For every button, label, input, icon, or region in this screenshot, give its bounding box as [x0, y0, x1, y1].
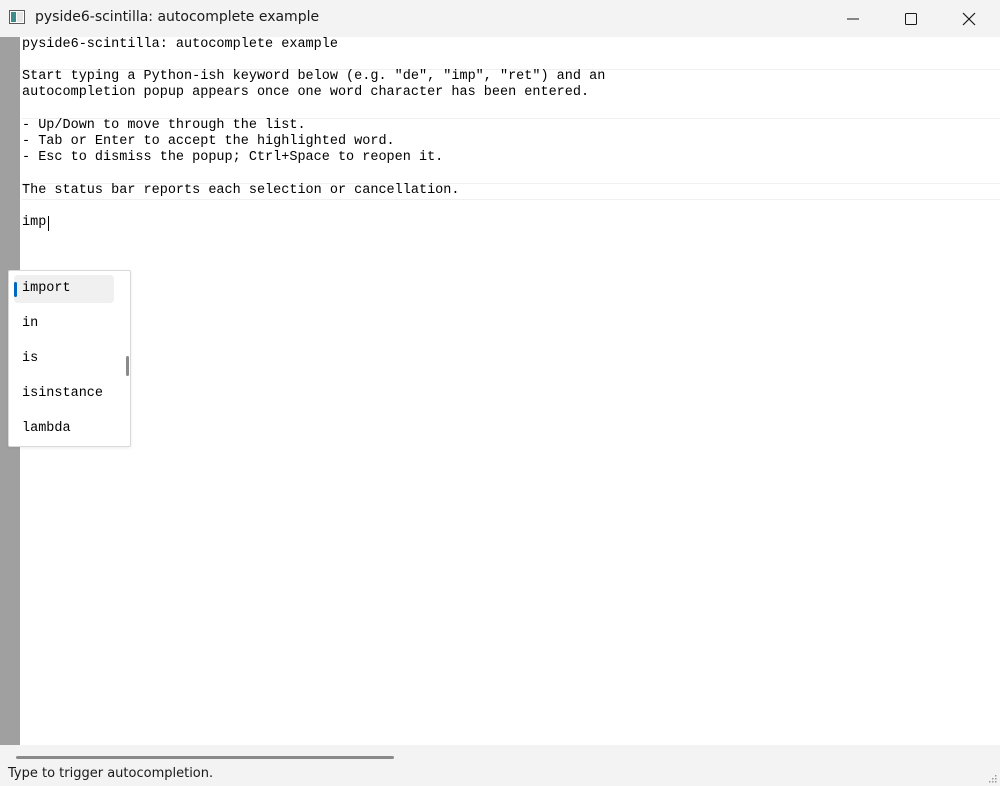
window-title: pyside6-scintilla: autocomplete example	[35, 9, 320, 25]
line-separator	[22, 199, 1000, 200]
main-window: pyside6-scintilla: autocomplete example …	[0, 0, 1000, 786]
close-button[interactable]	[940, 0, 998, 37]
editor-text-area[interactable]: pyside6-scintilla: autocomplete example …	[22, 37, 1000, 745]
autocomplete-item[interactable]: lambda	[14, 415, 114, 443]
app-window-icon	[9, 10, 25, 24]
title-bar[interactable]: pyside6-scintilla: autocomplete example	[0, 0, 1000, 37]
editor-line: - Esc to dismiss the popup; Ctrl+Space t…	[22, 150, 444, 165]
editor-line: The status bar reports each selection or…	[22, 183, 460, 198]
editor-line: imp	[22, 215, 47, 230]
scintilla-editor[interactable]: pyside6-scintilla: autocomplete example …	[0, 37, 1000, 745]
resize-grip-icon[interactable]	[987, 773, 997, 783]
autocomplete-item[interactable]: import	[14, 275, 114, 303]
maximize-icon	[905, 12, 917, 25]
editor-line: - Up/Down to move through the list.	[22, 118, 306, 133]
editor-line: Start typing a Python-ish keyword below …	[22, 69, 606, 84]
minimize-icon	[847, 18, 859, 19]
autocomplete-popup[interactable]: import in is isinstance lambda	[8, 270, 131, 447]
autocomplete-scrollbar-thumb[interactable]	[126, 356, 129, 376]
editor-line: autocompletion popup appears once one wo…	[22, 85, 590, 100]
autocomplete-item[interactable]: is	[14, 345, 114, 373]
editor-line: - Tab or Enter to accept the highlighted…	[22, 134, 395, 149]
status-bar: Type to trigger autocompletion.	[0, 761, 1000, 786]
text-caret	[48, 216, 49, 231]
horizontal-scrollbar[interactable]	[0, 745, 1000, 761]
autocomplete-item[interactable]: isinstance	[14, 380, 114, 408]
editor-line: pyside6-scintilla: autocomplete example	[22, 37, 338, 52]
status-message: Type to trigger autocompletion.	[8, 766, 214, 781]
horizontal-scrollbar-thumb[interactable]	[16, 756, 394, 759]
minimize-button[interactable]	[824, 0, 882, 37]
close-icon	[962, 12, 976, 25]
autocomplete-item[interactable]: in	[14, 310, 114, 338]
maximize-button[interactable]	[882, 0, 940, 37]
